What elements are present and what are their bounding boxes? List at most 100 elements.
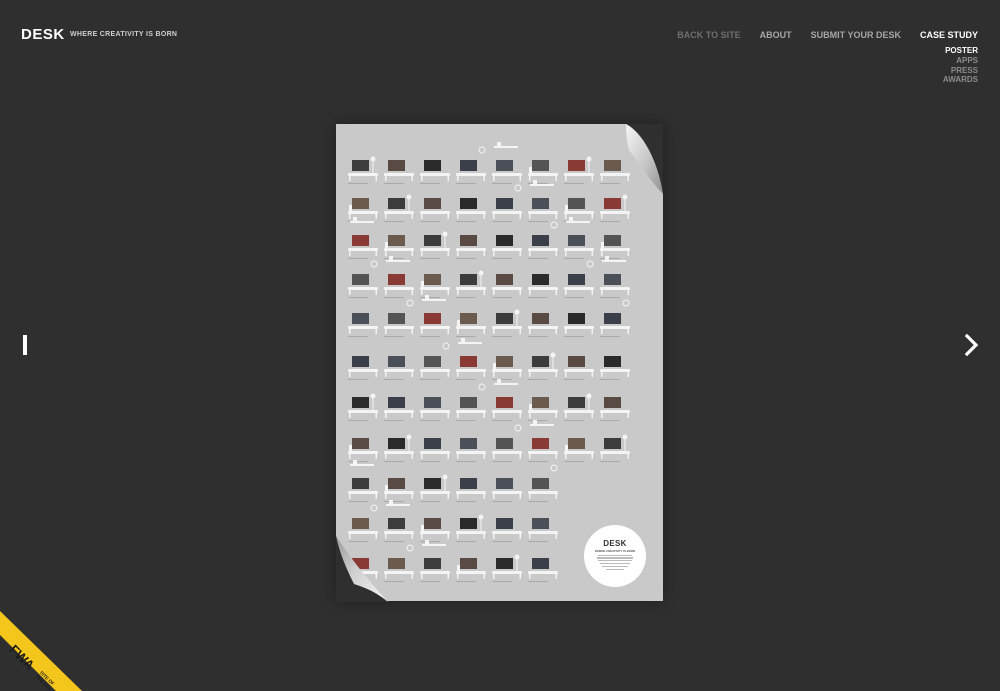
wall-clock [622, 299, 630, 307]
desk-photo [388, 397, 405, 408]
site-logo[interactable]: DESK [21, 26, 65, 43]
desk-top [600, 369, 630, 372]
desk-leg [447, 454, 449, 459]
fwa-site-of-the-day-badge[interactable]: FWA SITE OF THE DAY [0, 611, 82, 691]
desk-leg [483, 494, 485, 499]
desk-photo [604, 356, 621, 367]
nav-case-study[interactable]: CASE STUDY [920, 30, 978, 40]
desk-top [600, 211, 630, 214]
desk-leg [565, 454, 567, 459]
desk-top [564, 326, 594, 329]
desk-top [492, 369, 522, 372]
desk-caption-line [492, 420, 512, 421]
desk-caption-line [528, 581, 548, 582]
desk-top [456, 410, 486, 413]
desk-top [456, 326, 486, 329]
shelf-item [533, 180, 537, 184]
desk-caption-line [456, 183, 476, 184]
desk-leg [519, 454, 521, 459]
subnav-awards[interactable]: AWARDS [943, 75, 978, 85]
nav-submit-your-desk[interactable]: SUBMIT YOUR DESK [811, 30, 901, 40]
desk-top [492, 410, 522, 413]
desk-top [600, 248, 630, 251]
desk-caption-line [492, 221, 512, 222]
desk-caption-line [600, 420, 620, 421]
wall-shelf [386, 504, 410, 506]
desk-leg [555, 290, 557, 295]
desk-top [600, 287, 630, 290]
wall-clock [550, 464, 558, 472]
desk-caption-line [456, 258, 476, 259]
desk-caption-line [420, 336, 440, 337]
desk-photo [424, 558, 441, 569]
desk-leg [493, 494, 495, 499]
desk-leg [385, 251, 387, 256]
desk-top [384, 451, 414, 454]
desk-caption-line [420, 501, 440, 502]
desk-top [528, 326, 558, 329]
desk-top [420, 410, 450, 413]
desk-leg [519, 251, 521, 256]
desk-caption-line [420, 581, 440, 582]
desk-top [528, 571, 558, 574]
desk-photo [352, 438, 369, 449]
subnav-poster[interactable]: POSTER [943, 46, 978, 56]
circle-text-line [598, 560, 632, 562]
desk-leg [375, 176, 377, 181]
desk-caption-line [564, 183, 584, 184]
desk-leg [565, 214, 567, 219]
prev-arrow-icon[interactable] [23, 335, 27, 355]
desk-photo [496, 235, 513, 246]
desk-top [384, 211, 414, 214]
desk-leg [457, 494, 459, 499]
desk-caption-line [348, 183, 368, 184]
desk-top [420, 211, 450, 214]
desk-mug [565, 205, 568, 211]
desk-top [564, 451, 594, 454]
desk-leg [529, 176, 531, 181]
desk-photo [460, 438, 477, 449]
desk-photo [424, 198, 441, 209]
next-arrow-icon[interactable] [960, 333, 982, 357]
desk-top [348, 410, 378, 413]
desk-photo [460, 356, 477, 367]
nav-back-to-site[interactable]: BACK TO SITE [677, 30, 740, 40]
desk-top [492, 571, 522, 574]
desk-caption-line [456, 461, 476, 462]
desk-photo [388, 438, 405, 449]
subnav-press[interactable]: PRESS [943, 66, 978, 76]
desk-leg [421, 251, 423, 256]
nav-about[interactable]: ABOUT [760, 30, 792, 40]
desk-top [528, 531, 558, 534]
desk-leg [447, 574, 449, 579]
poster-preview[interactable]: DESK WHERE CREATIVITY IS BORN [336, 124, 663, 602]
desk-leg [555, 251, 557, 256]
desk-photo [352, 397, 369, 408]
desk-mug [421, 525, 424, 531]
desk-caption-line [528, 183, 548, 184]
desk-leg [447, 534, 449, 539]
desk-photo [604, 397, 621, 408]
desk-leg [447, 251, 449, 256]
desk-caption-line [492, 258, 512, 259]
desk-top [456, 531, 486, 534]
desk-caption-line [564, 258, 584, 259]
desk-caption-line [384, 379, 404, 380]
desk-photo [532, 235, 549, 246]
desk-photo [388, 198, 405, 209]
desk-leg [529, 574, 531, 579]
shelf-item [425, 540, 429, 544]
desk-top [348, 369, 378, 372]
desk-leg [555, 534, 557, 539]
desk-top [528, 287, 558, 290]
subnav-apps[interactable]: APPS [943, 56, 978, 66]
desk-photo [388, 274, 405, 285]
desk-top [456, 491, 486, 494]
desk-top [384, 287, 414, 290]
desk-top [492, 531, 522, 534]
desk-top [456, 211, 486, 214]
shelf-item [497, 142, 501, 146]
desk-caption-line [564, 461, 584, 462]
desk-top [564, 369, 594, 372]
desk-leg [483, 454, 485, 459]
